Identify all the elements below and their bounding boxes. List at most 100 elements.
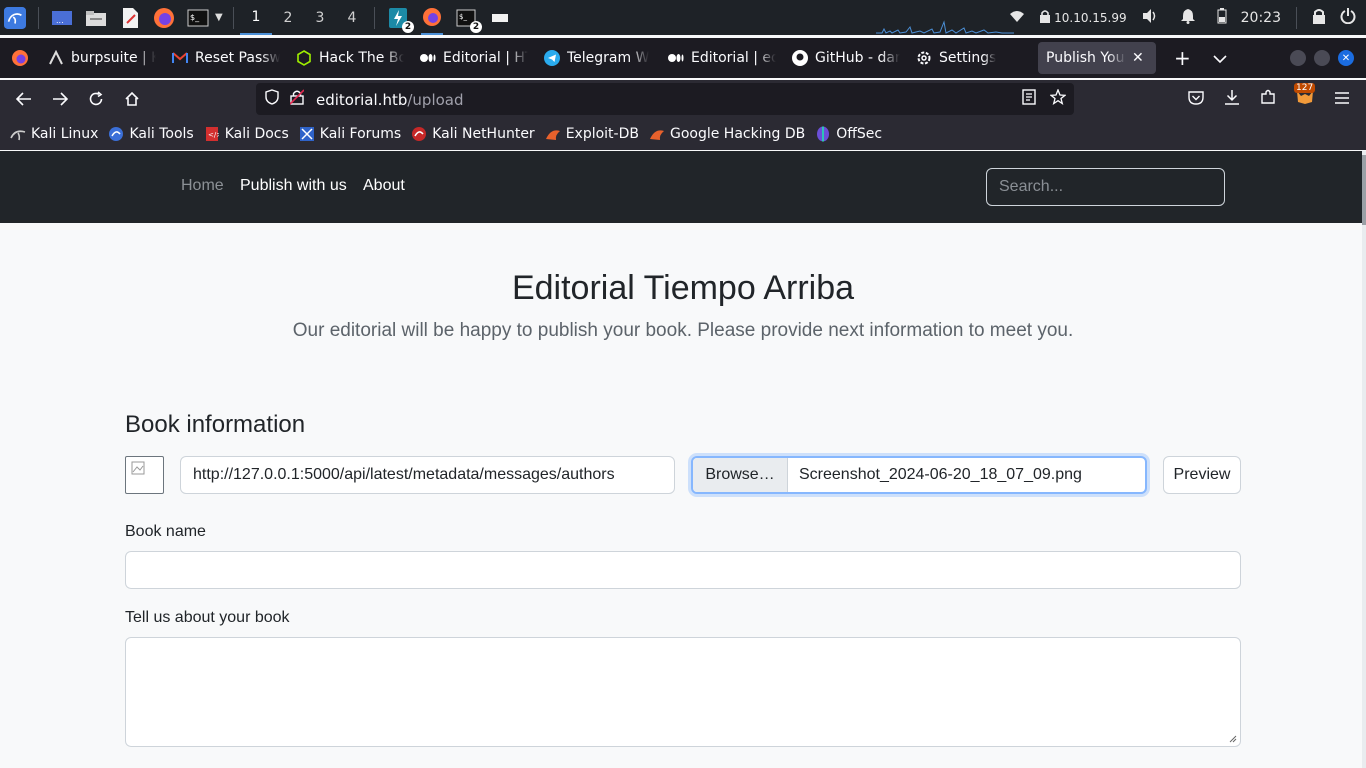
nav-publish-link[interactable]: Publish with us bbox=[240, 177, 347, 195]
maximize-window-icon[interactable] bbox=[1314, 50, 1330, 66]
power-icon[interactable] bbox=[1340, 7, 1356, 28]
url-host: editorial.htb bbox=[316, 90, 408, 109]
workspace-2[interactable]: 2 bbox=[272, 0, 304, 35]
browser-tab-strip: burpsuite | K Reset Passw Hack The Bo Ed… bbox=[0, 38, 1366, 78]
back-arrow-icon[interactable] bbox=[9, 84, 39, 114]
volume-icon[interactable] bbox=[1141, 8, 1159, 28]
terminal-task-icon[interactable]: $_ 2 bbox=[455, 7, 482, 33]
bookmark-exploit-db[interactable]: Exploit-DB bbox=[545, 126, 639, 142]
broken-image-icon bbox=[131, 461, 145, 475]
lock-screen-icon[interactable] bbox=[1312, 8, 1326, 28]
cover-url-value: http://127.0.0.1:5000/api/latest/metadat… bbox=[193, 466, 615, 483]
kali-menu-icon[interactable] bbox=[4, 6, 26, 29]
bookmark-kali-linux[interactable]: Kali Linux bbox=[10, 126, 98, 142]
bookmark-kali-tools[interactable]: Kali Tools bbox=[108, 126, 194, 142]
offsec-icon bbox=[815, 126, 831, 142]
close-window-icon[interactable]: ✕ bbox=[1338, 50, 1354, 66]
notifications-bell-icon[interactable] bbox=[1180, 8, 1196, 28]
kali-tools-icon bbox=[108, 126, 124, 142]
bookmarks-toolbar: Kali Linux Kali Tools </>Kali Docs Kali … bbox=[0, 118, 1366, 150]
downloads-icon[interactable] bbox=[1224, 89, 1240, 109]
file-manager-icon[interactable] bbox=[85, 7, 107, 29]
ghdb-icon bbox=[649, 126, 665, 142]
firefox-view-icon[interactable] bbox=[0, 49, 40, 67]
firefox-launcher-icon[interactable] bbox=[153, 7, 175, 29]
bookmark-star-icon[interactable] bbox=[1049, 88, 1067, 109]
bookmark-kali-forums[interactable]: Kali Forums bbox=[299, 126, 401, 142]
preview-button[interactable]: Preview bbox=[1163, 456, 1241, 494]
reload-icon[interactable] bbox=[81, 84, 111, 114]
tab-publish-your-book[interactable]: Publish Your B ✕ bbox=[1038, 42, 1156, 74]
workspace-3[interactable]: 3 bbox=[304, 0, 336, 35]
site-navbar: Home Publish with us About bbox=[0, 151, 1362, 223]
new-tab-plus-icon[interactable]: + bbox=[1174, 46, 1191, 70]
close-tab-icon[interactable]: ✕ bbox=[1132, 50, 1144, 66]
tracking-shield-icon[interactable] bbox=[264, 89, 280, 109]
tab-editorial-htb[interactable]: Editorial | HT bbox=[412, 42, 536, 74]
list-all-tabs-chevron-icon[interactable] bbox=[1213, 49, 1227, 68]
page-scrollbar[interactable] bbox=[1362, 151, 1366, 768]
browser-nav-bar: editorial.htb/upload 127 bbox=[0, 80, 1366, 118]
extensions-puzzle-icon[interactable] bbox=[1260, 89, 1276, 109]
tab-reset-password[interactable]: Reset Passw bbox=[164, 42, 288, 74]
bookmark-kali-nethunter[interactable]: Kali NetHunter bbox=[411, 126, 535, 142]
svg-text:</>: </> bbox=[208, 131, 219, 139]
resize-grip-icon[interactable] bbox=[1229, 735, 1237, 743]
url-path: /upload bbox=[407, 90, 464, 109]
page-title: Editorial Tiempo Arriba bbox=[511, 269, 855, 307]
os-top-panel: ... $_ ▼ 1 2 3 4 2 $_ 2 10.10.15.99 20:2… bbox=[0, 0, 1366, 35]
gmail-icon bbox=[172, 50, 188, 66]
pocket-icon[interactable] bbox=[1188, 90, 1204, 109]
reader-view-icon[interactable] bbox=[1022, 89, 1036, 109]
vpn-lock-icon[interactable] bbox=[1039, 9, 1051, 27]
minimize-window-icon[interactable] bbox=[1290, 50, 1306, 66]
url-bar[interactable]: editorial.htb/upload bbox=[256, 83, 1074, 115]
clock[interactable]: 20:23 bbox=[1241, 10, 1281, 26]
firefox-task-icon[interactable] bbox=[421, 0, 443, 35]
browse-button[interactable]: Browse… bbox=[693, 458, 788, 492]
bookmark-google-hacking-db[interactable]: Google Hacking DB bbox=[649, 126, 805, 142]
bookmark-kali-docs[interactable]: </>Kali Docs bbox=[204, 126, 289, 142]
forward-arrow-icon[interactable] bbox=[45, 84, 75, 114]
tab-telegram[interactable]: Telegram W bbox=[536, 42, 660, 74]
github-icon bbox=[792, 50, 808, 66]
tab-settings[interactable]: Settings bbox=[908, 42, 1032, 74]
nav-home-link[interactable]: Home bbox=[181, 177, 224, 195]
medium-icon bbox=[668, 50, 684, 66]
chevron-down-icon[interactable]: ▼ bbox=[215, 12, 227, 23]
tab-editorial-ed[interactable]: Editorial | ed bbox=[660, 42, 784, 74]
site-search-input[interactable] bbox=[986, 168, 1225, 206]
foxyproxy-extension-icon[interactable]: 127 bbox=[1294, 83, 1316, 109]
medium-icon bbox=[420, 50, 436, 66]
bookmark-offsec[interactable]: OffSec bbox=[815, 126, 882, 142]
tab-burpsuite[interactable]: burpsuite | K bbox=[40, 42, 164, 74]
book-name-label: Book name bbox=[125, 523, 206, 540]
book-name-input[interactable] bbox=[125, 551, 1241, 589]
svg-text:$_: $_ bbox=[190, 13, 200, 22]
kali-forums-icon bbox=[299, 126, 315, 142]
svg-text:$_: $_ bbox=[459, 13, 467, 21]
ip-address: 10.10.15.99 bbox=[1054, 10, 1127, 25]
tab-hackthebox[interactable]: Hack The Bo bbox=[288, 42, 412, 74]
web-page: Home Publish with us About Editorial Tie… bbox=[0, 151, 1362, 768]
cover-url-input[interactable]: http://127.0.0.1:5000/api/latest/metadat… bbox=[180, 456, 675, 494]
nav-about-link[interactable]: About bbox=[363, 177, 405, 195]
terminal-launcher-icon[interactable]: $_ bbox=[187, 7, 209, 29]
kali-icon bbox=[10, 126, 26, 142]
insecure-lock-icon[interactable] bbox=[289, 89, 305, 109]
text-editor-icon[interactable] bbox=[119, 7, 141, 29]
scrollbar-thumb[interactable] bbox=[1362, 155, 1366, 225]
about-book-textarea[interactable] bbox=[125, 637, 1241, 747]
burp-icon bbox=[48, 50, 64, 66]
workspace-1[interactable]: 1 bbox=[240, 0, 272, 35]
hamburger-menu-icon[interactable] bbox=[1334, 90, 1350, 109]
burp-task-icon[interactable]: 2 bbox=[387, 7, 414, 33]
wifi-icon[interactable] bbox=[1009, 9, 1025, 27]
cover-file-input[interactable]: Browse… Screenshot_2024-06-20_18_07_09.p… bbox=[691, 456, 1147, 494]
workspace-4[interactable]: 4 bbox=[336, 0, 368, 35]
tab-github[interactable]: GitHub - dar bbox=[784, 42, 908, 74]
home-icon[interactable] bbox=[117, 84, 147, 114]
window-task-icon[interactable] bbox=[489, 7, 511, 29]
battery-icon[interactable] bbox=[1217, 7, 1227, 28]
show-desktop-icon[interactable]: ... bbox=[51, 7, 73, 29]
